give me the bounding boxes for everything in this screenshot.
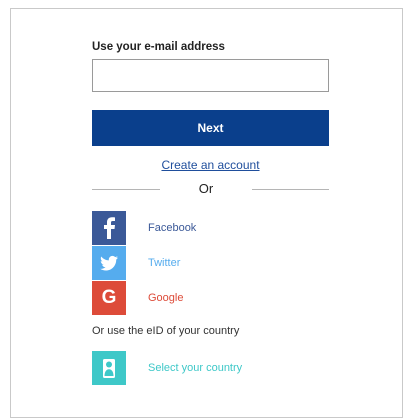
facebook-icon	[92, 211, 126, 245]
create-account-link[interactable]: Create an account	[92, 158, 329, 172]
email-input[interactable]	[92, 59, 329, 92]
select-country-label: Select your country	[148, 362, 243, 374]
twitter-icon	[92, 246, 126, 280]
eid-prompt: Or use the eID of your country	[92, 325, 240, 337]
email-label: Use your e-mail address	[92, 41, 225, 53]
twitter-label: Twitter	[148, 257, 181, 269]
select-country-button[interactable]: Select your country	[92, 351, 242, 385]
next-button[interactable]: Next	[92, 110, 329, 146]
twitter-login-button[interactable]: Twitter	[92, 246, 180, 280]
google-label: Google	[148, 292, 184, 304]
facebook-login-button[interactable]: Facebook	[92, 211, 196, 245]
person-icon	[92, 351, 126, 385]
google-login-button[interactable]: G Google	[92, 281, 183, 315]
google-icon: G	[92, 281, 126, 315]
or-separator: Or	[198, 181, 214, 196]
divider-left	[92, 189, 160, 190]
divider-right	[252, 189, 329, 190]
facebook-label: Facebook	[148, 222, 197, 234]
